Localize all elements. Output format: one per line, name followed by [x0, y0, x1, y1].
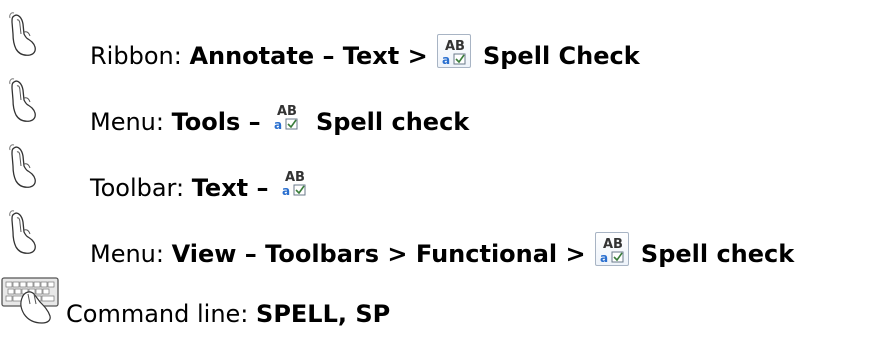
access-row-ribbon: Ribbon: Annotate – Text > AB a Spell Che… — [0, 12, 889, 72]
access-label: Menu: — [90, 240, 164, 268]
mouse-icon — [6, 12, 42, 56]
access-path: Annotate – Text > — [189, 42, 428, 70]
svg-text:a: a — [274, 118, 282, 132]
svg-text:AB: AB — [603, 237, 623, 252]
tool-name: Spell check — [640, 240, 795, 268]
access-row-menu-tools: Menu: Tools – AB a Spell check — [0, 78, 889, 138]
access-label: Command line: — [66, 300, 249, 328]
access-path: Tools – — [171, 108, 261, 136]
svg-text:a: a — [282, 184, 290, 198]
access-row-menu-view: Menu: View – Toolbars > Functional > AB … — [0, 210, 889, 270]
access-row-command-line: Command line: SPELL, SP — [0, 276, 889, 336]
svg-text:AB: AB — [277, 104, 297, 119]
tool-name: Spell check — [315, 108, 470, 136]
spell-check-icon: AB a — [595, 232, 630, 266]
access-path: Text – — [191, 174, 269, 202]
access-row-toolbar: Toolbar: Text – AB a — [0, 144, 889, 204]
mouse-icon — [6, 210, 42, 254]
svg-text:AB: AB — [285, 170, 305, 185]
access-path: View – Toolbars > Functional > — [171, 240, 586, 268]
mouse-icon — [6, 78, 42, 122]
keyboard-icon — [0, 276, 62, 324]
tool-name: Spell Check — [482, 42, 640, 70]
access-label: Toolbar: — [90, 174, 185, 202]
mouse-icon — [6, 144, 42, 188]
svg-text:a: a — [600, 251, 608, 265]
access-label: Ribbon: — [90, 42, 182, 70]
spell-check-icon: AB a — [437, 34, 472, 68]
spell-check-icon: AB a — [270, 100, 304, 134]
svg-text:a: a — [442, 53, 450, 67]
command-alias: SPELL, SP — [256, 300, 391, 328]
svg-text:AB: AB — [445, 39, 465, 54]
spell-check-icon: AB a — [278, 166, 312, 200]
access-label: Menu: — [90, 108, 164, 136]
